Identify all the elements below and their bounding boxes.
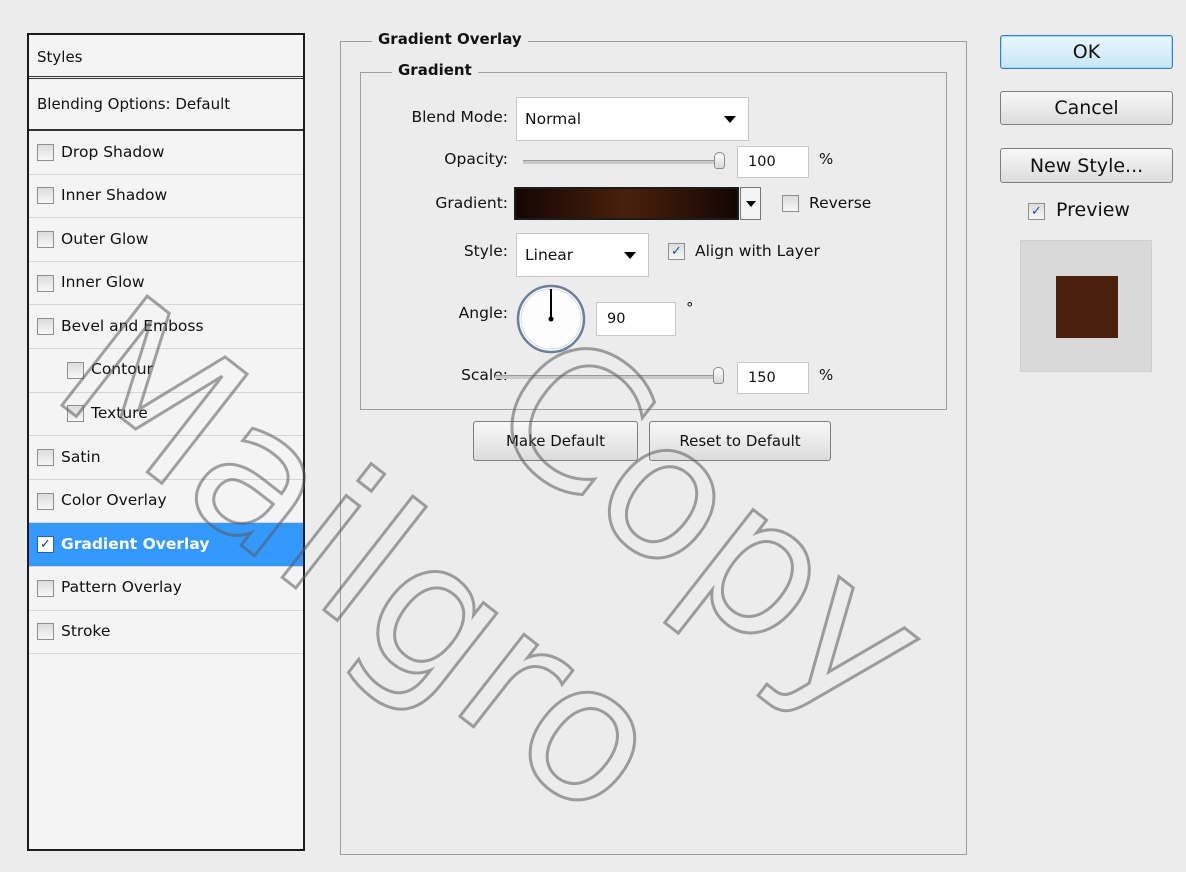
style-item-checkbox[interactable]	[37, 187, 54, 205]
style-item-texture[interactable]: Texture	[29, 393, 303, 437]
angle-input[interactable]: 90	[596, 302, 676, 336]
style-item-label: Inner Shadow	[61, 186, 168, 205]
opacity-input[interactable]: 100	[737, 146, 809, 178]
style-item-inner-glow[interactable]: Inner Glow	[29, 262, 303, 306]
blending-options-item[interactable]: Blending Options: Default	[29, 79, 303, 131]
gradient-group-title: Gradient	[392, 61, 478, 79]
style-item-stroke[interactable]: Stroke	[29, 611, 303, 655]
section-title: Gradient Overlay	[372, 30, 528, 48]
style-item-contour[interactable]: Contour	[29, 349, 303, 393]
reverse-label: Reverse	[809, 194, 872, 212]
gradient-picker[interactable]	[514, 187, 739, 220]
style-label: Style:	[463, 242, 508, 260]
style-value: Linear	[525, 246, 574, 264]
styles-panel: Styles Blending Options: Default Drop Sh…	[27, 33, 305, 851]
style-item-checkbox[interactable]	[37, 230, 54, 248]
style-item-checkbox[interactable]	[37, 318, 54, 336]
style-item-label: Stroke	[61, 622, 111, 641]
blend-mode-value: Normal	[525, 110, 582, 128]
chevron-down-icon	[724, 116, 736, 123]
style-item-checkbox[interactable]	[37, 492, 54, 510]
style-item-bevel-and-emboss[interactable]: Bevel and Emboss	[29, 305, 303, 349]
preview-thumbnail	[1020, 240, 1152, 372]
style-item-label: Satin	[61, 447, 101, 466]
style-item-inner-shadow[interactable]: Inner Shadow	[29, 175, 303, 219]
chevron-down-icon	[624, 252, 636, 259]
preview-checkbox[interactable]: ✓	[1028, 203, 1045, 220]
styles-header[interactable]: Styles	[29, 35, 303, 79]
style-item-label: Outer Glow	[61, 229, 149, 248]
style-item-label: Contour	[91, 360, 153, 379]
style-item-label: Pattern Overlay	[61, 578, 182, 597]
style-item-checkbox[interactable]: ✓	[37, 536, 54, 554]
ok-button[interactable]: OK	[1000, 35, 1173, 69]
angle-label: Angle:	[458, 304, 508, 322]
style-item-pattern-overlay[interactable]: Pattern Overlay	[29, 567, 303, 611]
style-item-checkbox[interactable]	[67, 361, 84, 379]
opacity-unit: %	[819, 150, 834, 168]
align-with-layer-label: Align with Layer	[695, 242, 820, 260]
opacity-label: Opacity:	[444, 150, 508, 168]
style-item-label: Drop Shadow	[61, 142, 165, 161]
align-with-layer-checkbox[interactable]: ✓	[668, 243, 685, 260]
angle-value: 90	[607, 311, 626, 327]
blend-mode-select[interactable]: Normal	[516, 97, 749, 141]
scale-value: 150	[748, 370, 776, 386]
opacity-slider-track[interactable]	[523, 160, 720, 164]
style-item-checkbox[interactable]	[37, 274, 54, 292]
style-list: Drop Shadow Inner Shadow Outer Glow Inner G…	[29, 131, 303, 655]
gradient-label: Gradient:	[435, 194, 508, 212]
style-item-checkbox[interactable]	[37, 143, 54, 161]
scale-label: Scale:	[461, 366, 508, 384]
style-item-label: Gradient Overlay	[61, 534, 210, 553]
chevron-down-icon	[746, 200, 756, 207]
style-item-label: Color Overlay	[61, 491, 167, 510]
style-item-drop-shadow[interactable]: Drop Shadow	[29, 131, 303, 175]
angle-unit: °	[686, 299, 694, 317]
cancel-button[interactable]: Cancel	[1000, 91, 1173, 125]
scale-slider-thumb[interactable]	[713, 367, 724, 384]
style-item-outer-glow[interactable]: Outer Glow	[29, 218, 303, 262]
style-item-label: Texture	[91, 404, 148, 423]
style-item-checkbox[interactable]	[37, 579, 54, 597]
new-style-button[interactable]: New Style...	[1000, 148, 1173, 183]
opacity-value: 100	[748, 154, 776, 170]
opacity-slider-thumb[interactable]	[714, 152, 725, 169]
blend-mode-label: Blend Mode:	[411, 108, 508, 126]
style-item-checkbox[interactable]	[67, 405, 84, 423]
style-select[interactable]: Linear	[516, 233, 649, 277]
style-item-label: Bevel and Emboss	[61, 316, 204, 335]
preview-label: Preview	[1056, 199, 1130, 221]
reverse-checkbox[interactable]	[782, 195, 799, 212]
style-item-checkbox[interactable]	[37, 448, 54, 466]
style-item-gradient-overlay[interactable]: ✓ Gradient Overlay	[29, 523, 303, 567]
style-item-color-overlay[interactable]: Color Overlay	[29, 480, 303, 524]
angle-dial[interactable]	[513, 281, 589, 357]
make-default-button[interactable]: Make Default	[473, 421, 638, 461]
preview-swatch	[1056, 276, 1118, 338]
scale-slider-track[interactable]	[495, 375, 719, 379]
scale-unit: %	[819, 366, 834, 384]
style-item-checkbox[interactable]	[37, 623, 54, 641]
reset-to-default-button[interactable]: Reset to Default	[649, 421, 831, 461]
gradient-dropdown-button[interactable]	[740, 187, 761, 220]
style-item-label: Inner Glow	[61, 273, 145, 292]
style-item-satin[interactable]: Satin	[29, 436, 303, 480]
scale-input[interactable]: 150	[737, 362, 809, 394]
